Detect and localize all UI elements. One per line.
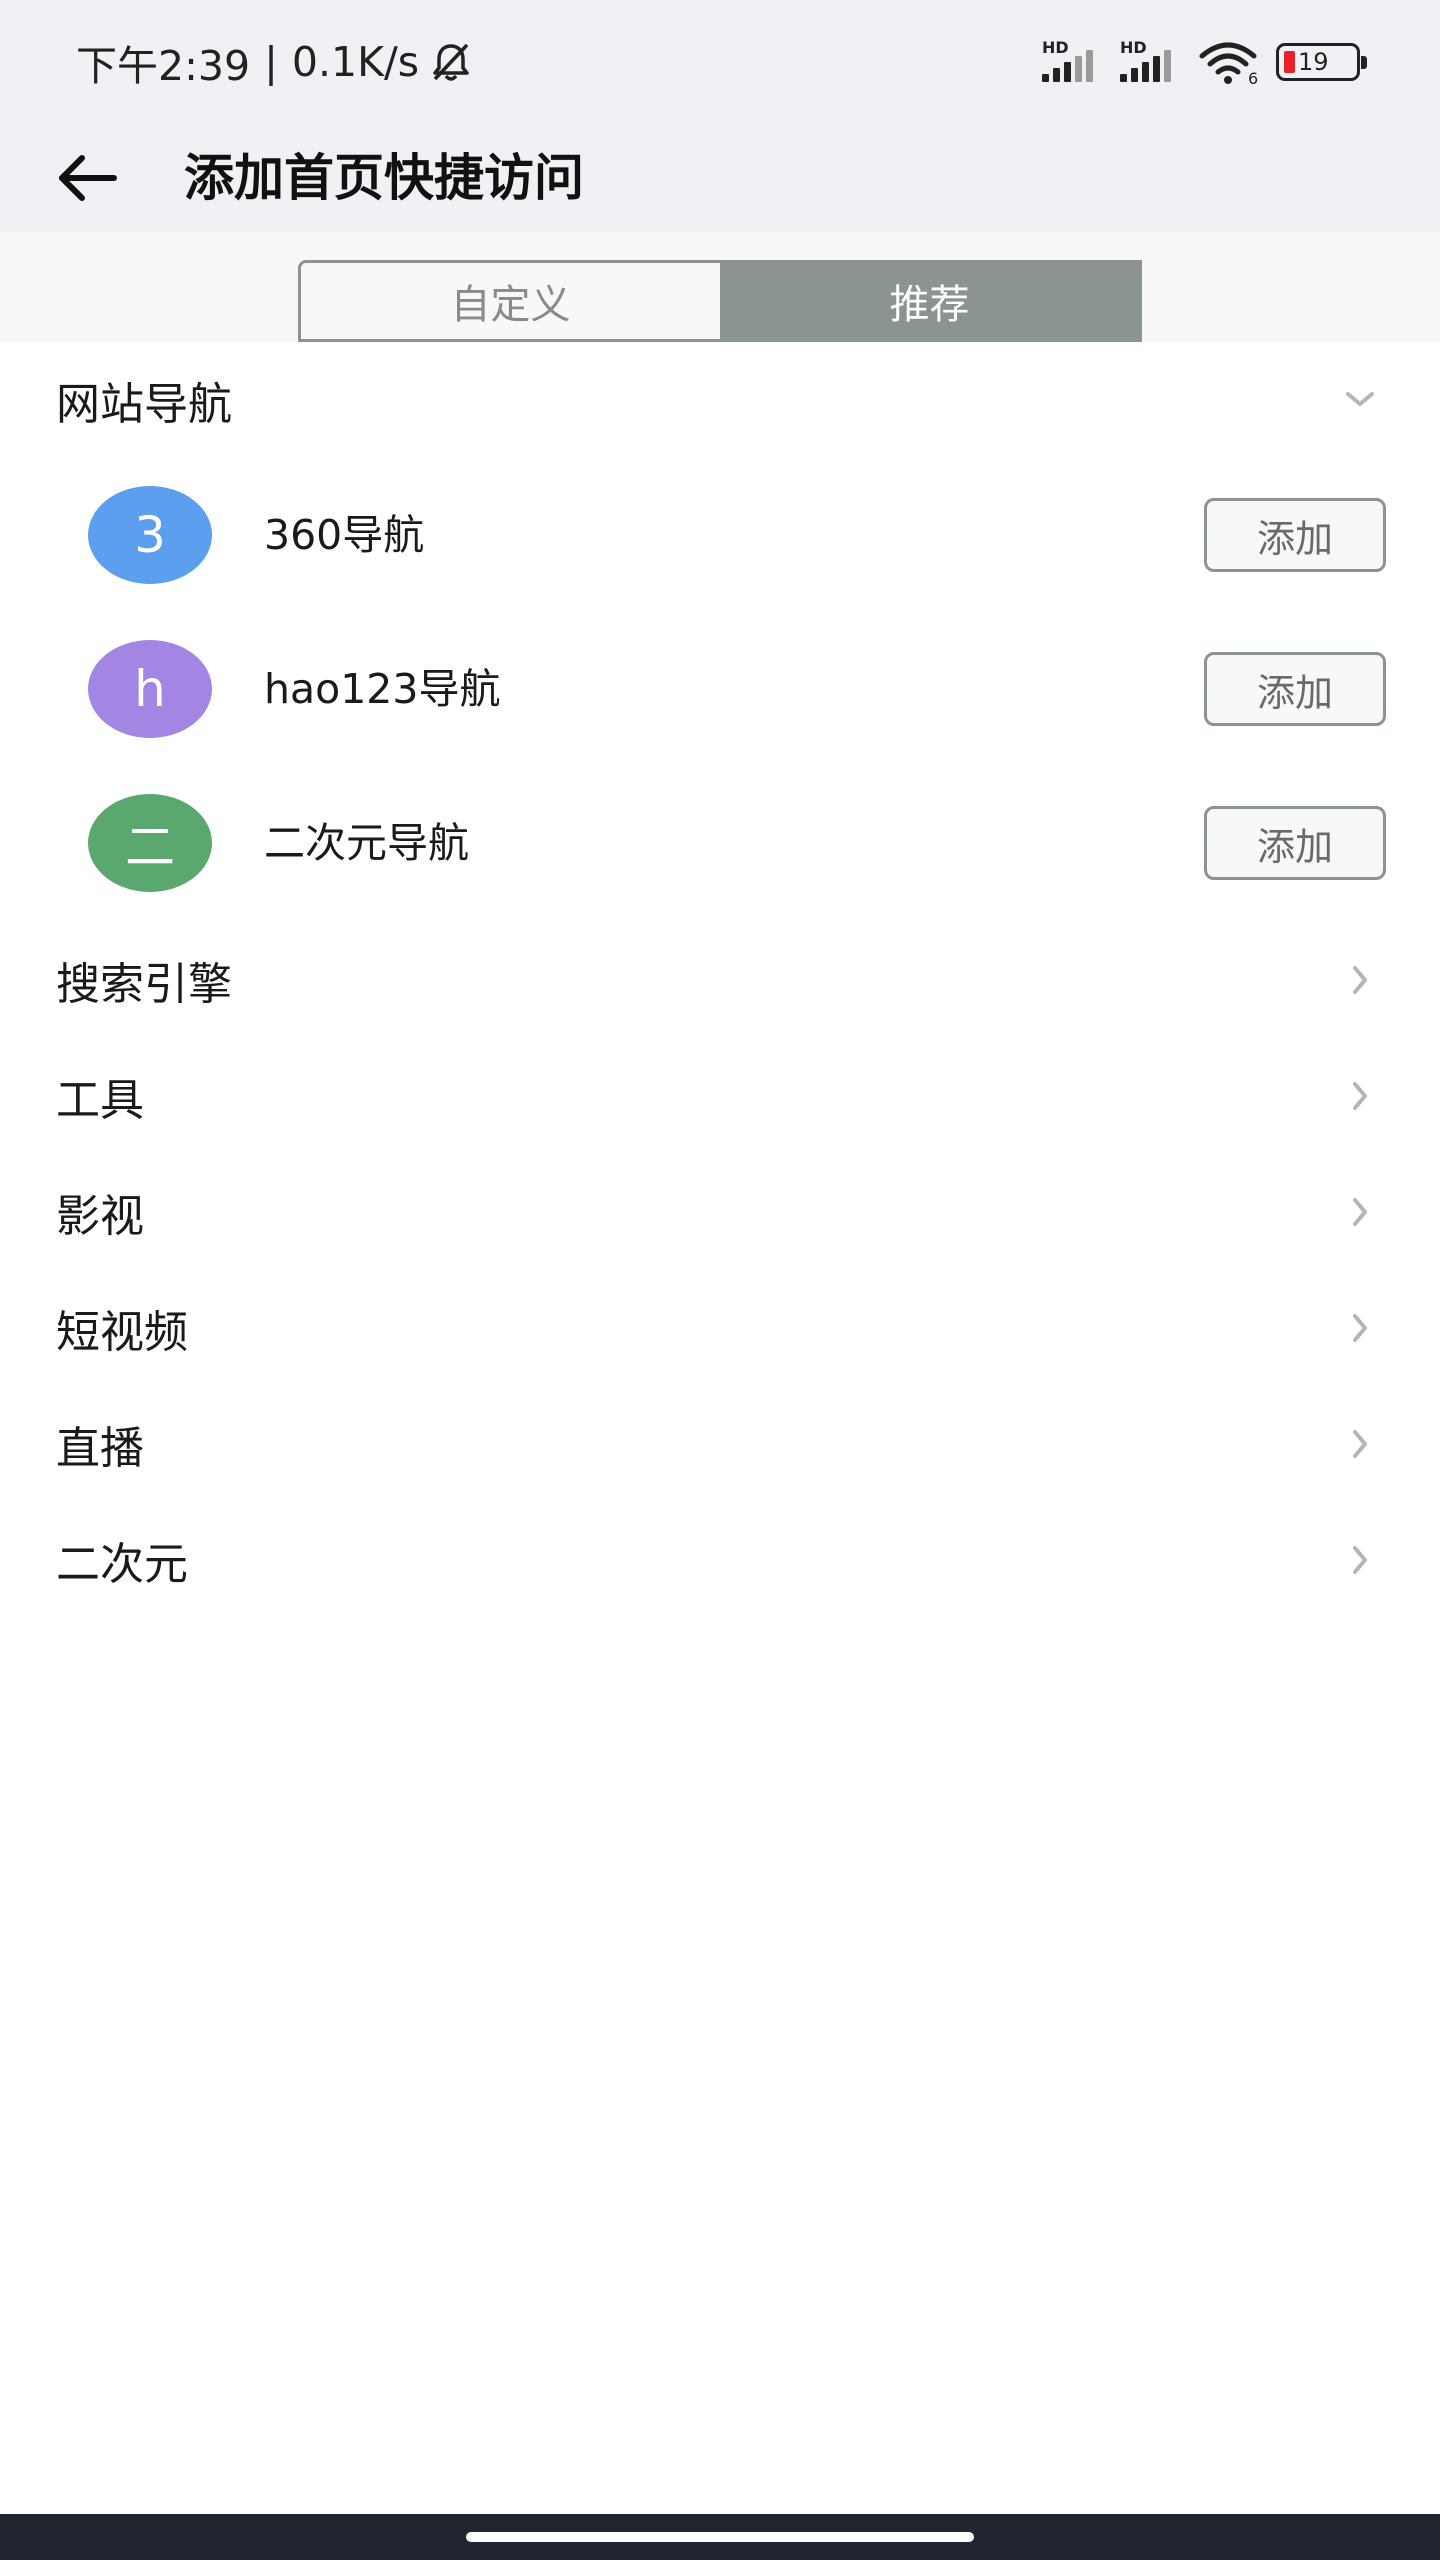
site-name: hao123导航: [264, 665, 501, 713]
arrow-left-icon: [59, 155, 117, 201]
section-short-video[interactable]: 短视频: [0, 1270, 1440, 1386]
battery-level: 19: [1298, 48, 1329, 76]
section-label: 直播: [56, 1423, 144, 1474]
tab-bar: 自定义 推荐: [0, 232, 1440, 342]
status-separator: |: [264, 38, 278, 86]
signal-icon-sim2: HD: [1120, 40, 1184, 84]
status-network-speed: 0.1K/s: [291, 38, 420, 86]
section-website-nav[interactable]: 网站导航: [0, 342, 1440, 458]
section-label: 影视: [56, 1191, 144, 1242]
status-bar: 下午2:39 | 0.1K/s HD HD 6 19: [0, 0, 1440, 124]
wifi-badge: 6: [1248, 69, 1258, 86]
site-name: 360导航: [264, 511, 425, 559]
avatar: h: [88, 640, 212, 738]
section-label: 工具: [56, 1075, 144, 1126]
wifi-icon: 6: [1199, 42, 1258, 86]
section-label: 二次元: [56, 1539, 188, 1590]
section-film[interactable]: 影视: [0, 1154, 1440, 1270]
chevron-right-icon: [1353, 1198, 1367, 1226]
list-item: 二 二次元导航 添加: [0, 766, 1440, 920]
signal-icon-sim1: HD: [1042, 40, 1106, 84]
battery-cap: [1361, 56, 1367, 69]
section-label: 短视频: [56, 1307, 188, 1358]
page-title: 添加首页快捷访问: [184, 149, 584, 207]
section-tools[interactable]: 工具: [0, 1038, 1440, 1154]
chevron-right-icon: [1353, 1082, 1367, 1110]
tab-custom[interactable]: 自定义: [301, 263, 720, 339]
bell-muted-icon: [433, 43, 469, 81]
add-button[interactable]: 添加: [1204, 806, 1386, 880]
system-nav-bar: [0, 2514, 1440, 2560]
status-right: HD HD 6 19: [1042, 36, 1367, 88]
section-label: 网站导航: [56, 379, 232, 430]
avatar: 二: [88, 794, 212, 892]
chevron-down-icon: [1346, 392, 1374, 406]
site-name: 二次元导航: [264, 819, 469, 867]
list-item: h hao123导航 添加: [0, 612, 1440, 766]
list-item: 3 360导航 添加: [0, 458, 1440, 612]
section-search-engine[interactable]: 搜索引擎: [0, 922, 1440, 1038]
status-time: 下午2:39: [76, 42, 251, 90]
avatar: 3: [88, 486, 212, 584]
tab-recommended[interactable]: 推荐: [720, 263, 1139, 339]
section-anime[interactable]: 二次元: [0, 1502, 1440, 1618]
battery-fill: [1284, 51, 1295, 73]
chevron-right-icon: [1353, 966, 1367, 994]
add-button[interactable]: 添加: [1204, 498, 1386, 572]
battery-icon: 19: [1276, 43, 1367, 81]
chevron-right-icon: [1353, 1430, 1367, 1458]
section-live[interactable]: 直播: [0, 1386, 1440, 1502]
chevron-right-icon: [1353, 1546, 1367, 1574]
section-label: 搜索引擎: [56, 959, 232, 1010]
chevron-right-icon: [1353, 1314, 1367, 1342]
add-button[interactable]: 添加: [1204, 652, 1386, 726]
status-left: 下午2:39 | 0.1K/s: [76, 34, 475, 90]
back-button[interactable]: [48, 138, 128, 218]
app-header: 添加首页快捷访问: [0, 124, 1440, 232]
home-gesture-handle[interactable]: [466, 2532, 974, 2542]
segmented-control: 自定义 推荐: [298, 260, 1142, 342]
